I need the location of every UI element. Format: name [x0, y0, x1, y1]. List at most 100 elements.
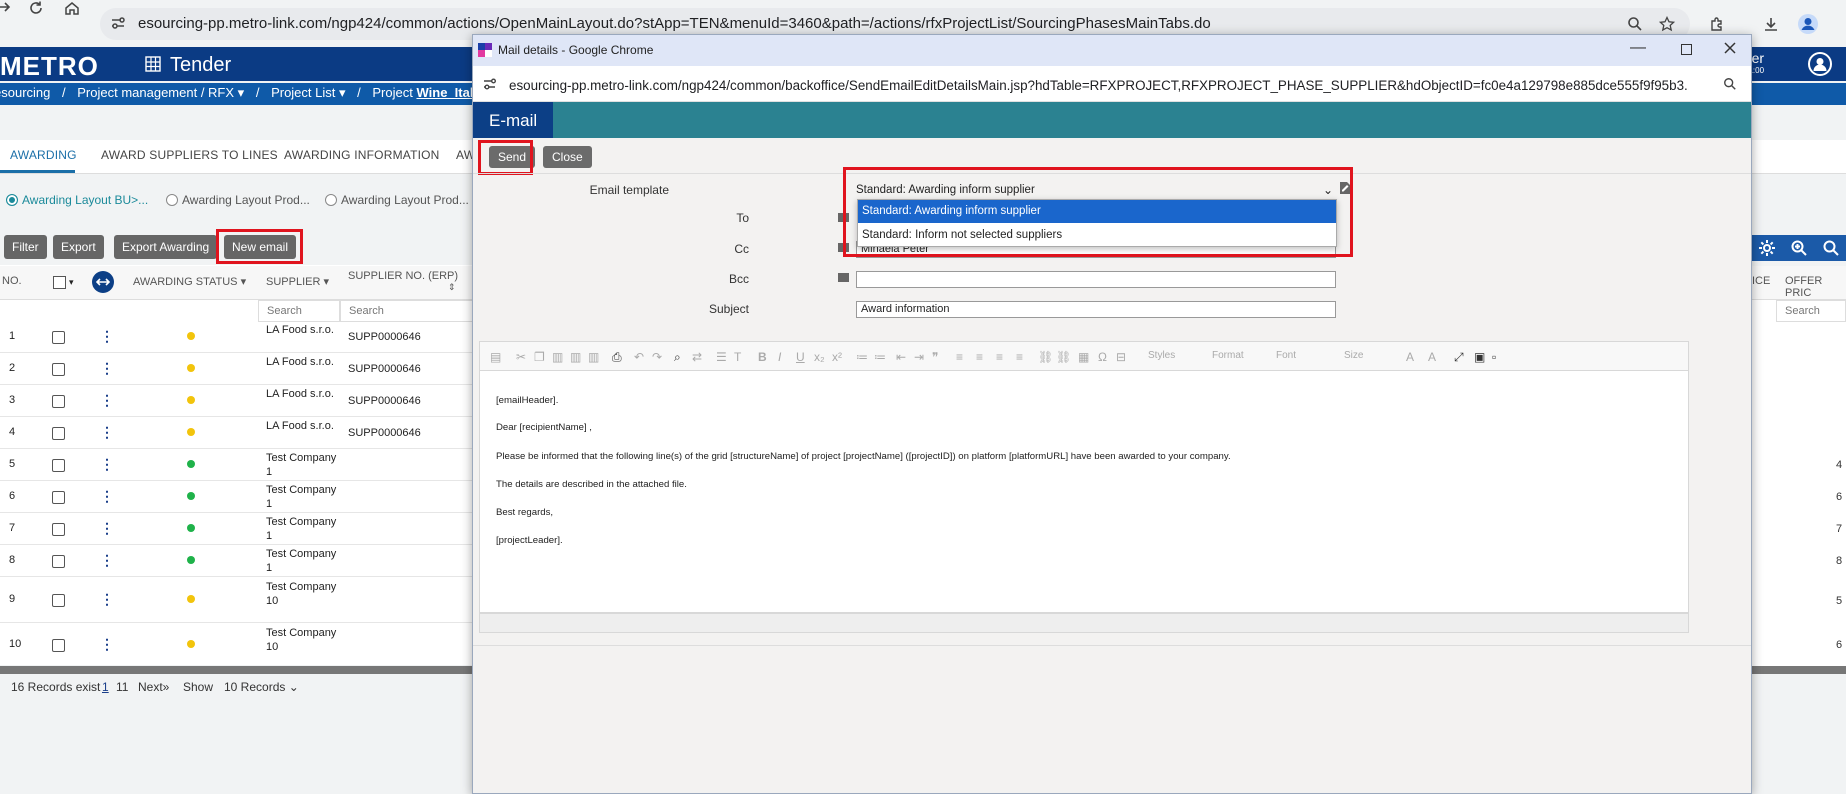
bold-icon[interactable]: B [758, 350, 767, 364]
template-option[interactable]: Standard: Inform not selected suppliers [858, 224, 1336, 247]
subscript-icon[interactable]: x₂ [814, 350, 825, 364]
filter-icon[interactable]: ▾ [241, 276, 247, 288]
breadcrumb-item[interactable]: esourcing [0, 85, 50, 100]
align-left-icon[interactable]: ≡ [956, 350, 963, 364]
breadcrumb-item[interactable]: Project List ▾ [271, 85, 345, 100]
outdent-icon[interactable]: ⇤ [896, 350, 906, 364]
col-header-offer-price[interactable]: OFFER PRIC [1785, 275, 1846, 299]
row-menu-icon[interactable]: ⋮ [100, 520, 114, 537]
table-row[interactable]: 8 ⋮ Test Company 1 [0, 545, 475, 577]
styles-select[interactable]: Styles [1148, 350, 1175, 361]
row-menu-icon[interactable]: ⋮ [100, 456, 114, 473]
tab-awarding-information[interactable]: AWARDING INFORMATION [284, 148, 440, 162]
redo-icon[interactable]: ↷ [652, 350, 662, 364]
export-awarding-button[interactable]: Export Awarding [114, 235, 218, 259]
underline-icon[interactable]: U [796, 350, 805, 364]
paste-word-icon[interactable]: ▥ [588, 350, 599, 364]
row-checkbox[interactable] [52, 639, 65, 652]
remove-format-icon[interactable]: T [734, 350, 741, 364]
bookmark-star-icon[interactable] [1656, 13, 1678, 35]
table-row[interactable]: 6 ⋮ Test Company 1 [0, 481, 475, 513]
superscript-icon[interactable]: x² [832, 350, 842, 364]
row-checkbox[interactable] [52, 331, 65, 344]
page-link-11[interactable]: 11 [116, 680, 128, 694]
subject-input[interactable]: Award information [856, 301, 1336, 318]
align-right-icon[interactable]: ≡ [996, 350, 1003, 364]
layout-radio-1[interactable]: Awarding Layout BU>... [6, 193, 148, 207]
justify-icon[interactable]: ≡ [1016, 350, 1023, 364]
table-row[interactable]: 3 ⋮ LA Food s.r.o. SUPP0000646 [0, 385, 475, 417]
extensions-icon[interactable] [1706, 13, 1728, 35]
supplier-search-input[interactable]: Search [258, 300, 340, 322]
row-menu-icon[interactable]: ⋮ [100, 360, 114, 377]
breadcrumb-item[interactable]: Project management / RFX ▾ [77, 85, 244, 100]
align-center-icon[interactable]: ≡ [976, 350, 983, 364]
right-scrollbar[interactable] [1752, 666, 1846, 674]
export-button[interactable]: Export [53, 235, 104, 259]
row-checkbox[interactable] [52, 491, 65, 504]
sort-icon[interactable]: ⇕ [448, 282, 456, 293]
row-menu-icon[interactable]: ⋮ [100, 636, 114, 653]
zoom-icon[interactable] [1723, 77, 1737, 91]
filter-button[interactable]: Filter [4, 235, 47, 259]
row-checkbox[interactable] [52, 594, 65, 607]
text-color-icon[interactable]: A [1406, 350, 1414, 364]
bullet-list-icon[interactable]: ≔ [874, 350, 886, 364]
unlink-icon[interactable]: ⛓ [1056, 350, 1071, 364]
col-header-price-partial[interactable]: ICE [1752, 275, 1770, 287]
template-option-selected[interactable]: Standard: Awarding inform supplier [858, 200, 1336, 223]
search-icon[interactable] [1822, 239, 1840, 257]
preview-icon[interactable]: ▤ [490, 350, 501, 364]
bcc-input[interactable] [856, 271, 1336, 288]
address-book-icon[interactable] [838, 273, 849, 282]
layout-radio-2[interactable]: Awarding Layout Prod... [166, 193, 310, 207]
maximize-editor-icon[interactable]: ⤢ [1454, 350, 1464, 365]
site-info-icon[interactable] [483, 78, 497, 90]
table-row[interactable]: 10 ⋮ Test Company 10 [0, 623, 475, 667]
row-menu-icon[interactable]: ⋮ [100, 328, 114, 345]
col-header-no[interactable]: NO. [2, 275, 22, 287]
special-char-icon[interactable]: Ω [1098, 350, 1107, 364]
row-menu-icon[interactable]: ⋮ [100, 424, 114, 441]
close-button[interactable]: Close [543, 146, 592, 168]
popup-url[interactable]: esourcing-pp.metro-link.com/ngp424/commo… [509, 78, 1689, 93]
table-row[interactable]: 7 ⋮ Test Company 1 [0, 513, 475, 545]
row-menu-icon[interactable]: ⋮ [100, 591, 114, 608]
paste-icon[interactable]: ▥ [552, 350, 563, 364]
page-break-icon[interactable]: ⊟ [1116, 350, 1126, 364]
col-header-awarding-status[interactable]: AWARDING STATUS ▾ [133, 275, 246, 288]
next-page-link[interactable]: Next» [138, 680, 169, 694]
undo-icon[interactable]: ↶ [634, 350, 644, 364]
table-row[interactable]: 4 ⋮ LA Food s.r.o. SUPP0000646 [0, 417, 475, 449]
row-checkbox[interactable] [52, 363, 65, 376]
table-icon[interactable]: ▦ [1078, 350, 1089, 364]
email-body-editor[interactable]: [emailHeader]. Dear [recipientName] , Pl… [479, 371, 1689, 613]
select-all-checkbox[interactable] [53, 276, 66, 289]
paste-text-icon[interactable]: ▥ [570, 350, 581, 364]
horizontal-scrollbar[interactable] [0, 666, 475, 674]
font-select[interactable]: Font [1276, 350, 1296, 361]
row-checkbox[interactable] [52, 523, 65, 536]
maximize-icon[interactable] [1681, 44, 1692, 55]
offer-price-search-input[interactable]: Search [1776, 300, 1846, 322]
forward-icon[interactable] [0, 0, 12, 14]
user-avatar-icon[interactable] [1808, 52, 1832, 76]
col-header-supplier[interactable]: SUPPLIER ▾ [266, 275, 329, 288]
select-menu-chevron-icon[interactable]: ▾ [69, 277, 74, 288]
row-menu-icon[interactable]: ⋮ [100, 488, 114, 505]
expand-columns-icon[interactable] [92, 271, 114, 293]
reload-icon[interactable] [28, 0, 44, 16]
tab-awarding[interactable]: AWARDING [10, 148, 77, 162]
cut-icon[interactable]: ✂ [516, 350, 526, 364]
row-menu-icon[interactable]: ⋮ [100, 392, 114, 409]
row-checkbox[interactable] [52, 459, 65, 472]
minimize-icon[interactable]: — [1630, 39, 1646, 57]
layout-radio-3[interactable]: Awarding Layout Prod... [325, 193, 469, 207]
find-icon[interactable]: ⌕ [674, 350, 681, 365]
download-icon[interactable] [1760, 13, 1782, 35]
page-size-select[interactable]: 10 Records ⌄ [224, 680, 299, 694]
format-select[interactable]: Format [1212, 350, 1244, 361]
link-icon[interactable]: ⛓ [1038, 350, 1053, 364]
row-checkbox[interactable] [52, 395, 65, 408]
erp-search-input[interactable]: Search [340, 300, 475, 322]
